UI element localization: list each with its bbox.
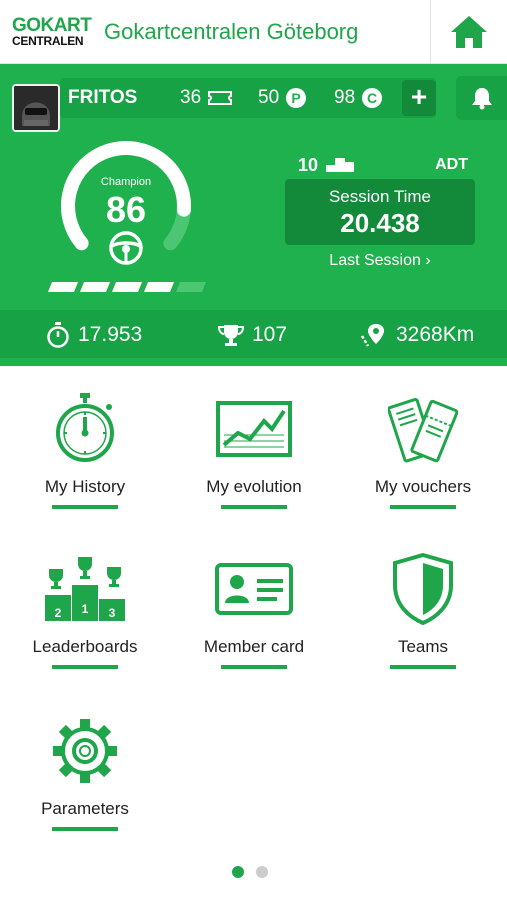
- menu-member-card[interactable]: Member card: [179, 552, 329, 682]
- gear-tooth: [80, 772, 90, 783]
- id-card-icon: [215, 563, 293, 615]
- username: FRITOS: [68, 87, 138, 108]
- gear-tooth: [58, 762, 74, 778]
- menu-my-evolution[interactable]: My evolution: [179, 392, 329, 522]
- stopwatch-icon: [47, 322, 69, 348]
- notifications-button[interactable]: [456, 76, 507, 120]
- svg-text:C: C: [367, 90, 377, 106]
- line-chart-icon: [216, 401, 292, 457]
- ticket-icon: [208, 91, 233, 105]
- menu-my-history[interactable]: My History: [10, 392, 160, 522]
- menu-leaderboards[interactable]: 2 1 3 Leaderboards: [10, 552, 160, 682]
- rank-value: 86: [105, 189, 147, 230]
- map-pin-icon: [360, 324, 384, 347]
- menu-parameters[interactable]: Parameters: [10, 714, 160, 844]
- best-time-stat: 17.953: [46, 322, 142, 348]
- session-time-label: Session Time: [328, 187, 432, 206]
- trophies-value: 107: [252, 323, 288, 346]
- level-segment: [48, 282, 78, 292]
- chevron-right-icon: ›: [425, 252, 431, 269]
- podium-icon: [326, 158, 354, 172]
- menu-label: My vouchers: [374, 477, 472, 496]
- menu-underline: [390, 665, 456, 669]
- top-bar: GOKART CENTRALEN Gokartcentralen Götebor…: [0, 0, 507, 64]
- avatar[interactable]: [12, 84, 60, 132]
- distance-value: 3268Km: [396, 323, 475, 346]
- svg-text:3: 3: [109, 606, 116, 620]
- menu-label: Member card: [203, 637, 305, 656]
- voucher-icon: [388, 397, 458, 463]
- gear-tooth: [80, 719, 90, 730]
- distance-stat: 3268Km: [360, 322, 474, 348]
- gear-icon: [53, 719, 117, 783]
- menu-underline: [390, 505, 456, 509]
- menu-label: Teams: [397, 637, 449, 656]
- page-dot[interactable]: [232, 866, 244, 878]
- podium-trophies-icon: 2 1 3: [45, 557, 125, 621]
- gear-tooth: [53, 746, 64, 756]
- menu-underline: [221, 665, 287, 669]
- gear-tooth: [96, 762, 112, 778]
- gear-tooth: [106, 746, 117, 756]
- page-indicator: [232, 866, 276, 878]
- steering-wheel-icon: [109, 231, 143, 265]
- menu-underline: [221, 505, 287, 509]
- menu-underline: [52, 827, 118, 831]
- gokart-logo[interactable]: GOKART CENTRALEN: [12, 15, 92, 48]
- gear-tooth: [96, 724, 112, 740]
- menu-label: Parameters: [41, 799, 129, 818]
- level-progress-bar: [48, 282, 206, 292]
- svg-text:2: 2: [55, 606, 62, 620]
- page-dot[interactable]: [256, 866, 268, 878]
- user-bar: FRITOS 36 50 P 98 C +: [0, 64, 507, 132]
- level-segment: [176, 282, 206, 292]
- last-session-link[interactable]: Last Session ›: [285, 250, 475, 272]
- app-title: Gokartcentralen Göteborg: [104, 19, 359, 44]
- menu-underline: [52, 665, 118, 669]
- level-segment: [112, 282, 142, 292]
- profile-panel: FRITOS 36 50 P 98 C + Champion 86 10 ADT…: [0, 64, 507, 366]
- tickets-counter: 36: [180, 86, 233, 110]
- credits-counter: 98 C: [334, 86, 383, 110]
- session-time-value: 20.438: [340, 208, 420, 238]
- tickets-count: 36: [180, 87, 202, 108]
- points-icon: P: [286, 88, 307, 108]
- points-count: 50: [258, 87, 280, 108]
- menu-label: My evolution: [206, 477, 302, 496]
- logo-line-1: GOKART: [12, 15, 92, 36]
- stopwatch-icon: [56, 393, 114, 462]
- add-credits-button[interactable]: +: [402, 80, 436, 116]
- trophy-icon: [218, 325, 244, 346]
- adt-row: 10 ADT: [298, 154, 468, 176]
- svg-text:P: P: [291, 90, 300, 106]
- bell-icon: [471, 88, 492, 110]
- trophies-stat: 107: [218, 322, 287, 348]
- shield-icon: [393, 553, 453, 625]
- adt-label: ADT: [435, 156, 468, 173]
- gear-tooth: [58, 724, 74, 740]
- best-time-value: 17.953: [78, 323, 143, 346]
- svg-text:1: 1: [82, 602, 89, 616]
- plus-icon: +: [410, 81, 428, 112]
- menu-teams[interactable]: Teams: [348, 552, 498, 682]
- home-icon: [451, 16, 487, 48]
- stats-bar: 17.953 107 3268Km: [0, 310, 507, 358]
- level-segment: [144, 282, 174, 292]
- last-session-label: Last Session: [329, 252, 421, 269]
- level-segment: [80, 282, 110, 292]
- session-time-box: Session Time 20.438: [285, 179, 475, 245]
- logo-line-2: CENTRALEN: [12, 34, 84, 48]
- menu-label: Leaderboards: [32, 637, 138, 656]
- menu-label: My History: [44, 477, 126, 496]
- helmet-icon: [14, 86, 58, 130]
- menu-underline: [52, 505, 118, 509]
- credits-count: 98: [334, 87, 356, 108]
- adt-value: 10: [298, 155, 319, 175]
- rank-label: Champion: [100, 176, 152, 188]
- credits-icon: C: [362, 88, 383, 108]
- menu-my-vouchers[interactable]: My vouchers: [348, 392, 498, 522]
- points-counter: 50 P: [258, 86, 307, 110]
- home-button[interactable]: [431, 0, 507, 64]
